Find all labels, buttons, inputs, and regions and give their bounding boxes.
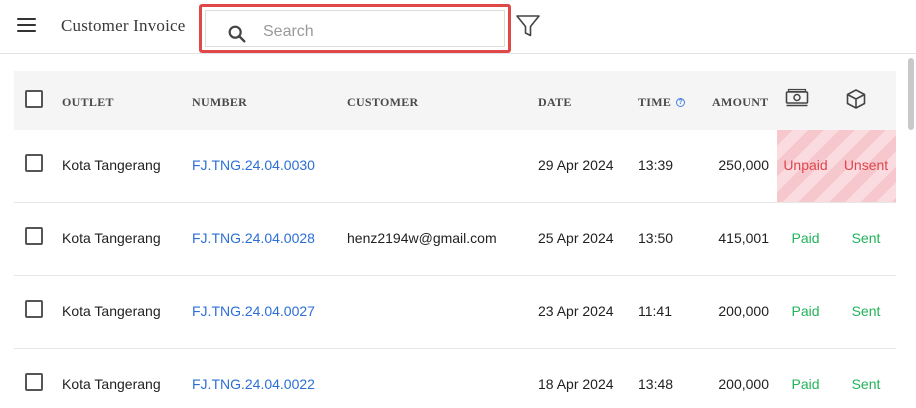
shipping-status: Sent bbox=[851, 376, 881, 392]
cell-outlet: Kota Tangerang bbox=[62, 376, 161, 392]
filter-icon[interactable] bbox=[515, 13, 541, 39]
cell-outlet: Kota Tangerang bbox=[62, 230, 161, 246]
money-icon bbox=[785, 88, 809, 107]
payment-status: Paid bbox=[791, 230, 820, 246]
cell-customer: henz2194w@gmail.com bbox=[347, 230, 497, 246]
shipping-status: Sent bbox=[851, 230, 881, 246]
column-header-outlet[interactable]: OUTLET bbox=[62, 95, 114, 110]
cell-date: 23 Apr 2024 bbox=[538, 303, 614, 319]
payment-status: Paid bbox=[791, 303, 820, 319]
table-header: OUTLET NUMBER CUSTOMER DATE TIME? AMOUNT bbox=[14, 71, 896, 130]
cell-date: 29 Apr 2024 bbox=[538, 157, 614, 173]
cell-time: 13:48 bbox=[638, 376, 674, 392]
shipping-status: Sent bbox=[851, 303, 881, 319]
payment-status: Unpaid bbox=[783, 157, 828, 173]
row-checkbox[interactable] bbox=[25, 154, 43, 172]
hamburger-menu-icon[interactable] bbox=[17, 17, 37, 33]
column-header-date[interactable]: DATE bbox=[538, 95, 572, 110]
cell-time: 11:41 bbox=[638, 303, 672, 319]
app-header: Customer Invoice bbox=[0, 0, 916, 54]
column-header-time-label: TIME bbox=[638, 95, 672, 109]
column-header-customer[interactable]: CUSTOMER bbox=[347, 95, 419, 110]
table-row[interactable]: Kota Tangerang FJ.TNG.24.04.0027 23 Apr … bbox=[14, 276, 896, 349]
table-row[interactable]: Kota Tangerang FJ.TNG.24.04.0030 29 Apr … bbox=[14, 130, 896, 203]
cell-time: 13:39 bbox=[638, 157, 674, 173]
invoice-number-link[interactable]: FJ.TNG.24.04.0027 bbox=[192, 303, 315, 319]
search-input[interactable] bbox=[263, 20, 493, 44]
cell-outlet: Kota Tangerang bbox=[62, 303, 161, 319]
column-header-amount[interactable]: AMOUNT bbox=[712, 95, 768, 110]
package-icon bbox=[846, 89, 866, 109]
cell-outlet: Kota Tangerang bbox=[62, 157, 161, 173]
row-checkbox[interactable] bbox=[25, 227, 43, 245]
table-row[interactable]: Kota Tangerang FJ.TNG.24.04.0022 18 Apr … bbox=[14, 349, 896, 408]
cell-time: 13:50 bbox=[638, 230, 674, 246]
table-row[interactable]: Kota Tangerang FJ.TNG.24.04.0028 henz219… bbox=[14, 203, 896, 276]
column-header-number[interactable]: NUMBER bbox=[192, 95, 247, 110]
invoice-number-link[interactable]: FJ.TNG.24.04.0022 bbox=[192, 376, 315, 392]
page-title: Customer Invoice bbox=[61, 16, 186, 35]
cell-amount: 415,001 bbox=[718, 230, 769, 246]
cell-date: 18 Apr 2024 bbox=[538, 376, 614, 392]
cell-amount: 200,000 bbox=[718, 376, 769, 392]
vertical-scrollbar[interactable] bbox=[908, 58, 914, 130]
search-box[interactable] bbox=[199, 4, 511, 53]
invoice-table: OUTLET NUMBER CUSTOMER DATE TIME? AMOUNT… bbox=[14, 71, 896, 408]
invoice-number-link[interactable]: FJ.TNG.24.04.0028 bbox=[192, 230, 315, 246]
cell-date: 25 Apr 2024 bbox=[538, 230, 614, 246]
select-all-checkbox[interactable] bbox=[25, 90, 43, 108]
invoice-number-link[interactable]: FJ.TNG.24.04.0030 bbox=[192, 157, 315, 173]
cell-amount: 200,000 bbox=[718, 303, 769, 319]
cell-amount: 250,000 bbox=[718, 157, 769, 173]
column-header-time[interactable]: TIME? bbox=[638, 95, 686, 110]
shipping-status: Unsent bbox=[843, 157, 889, 173]
row-checkbox[interactable] bbox=[25, 373, 43, 391]
row-checkbox[interactable] bbox=[25, 300, 43, 318]
search-icon bbox=[228, 25, 246, 43]
help-circle-icon[interactable]: ? bbox=[676, 98, 686, 107]
payment-status: Paid bbox=[791, 376, 820, 392]
